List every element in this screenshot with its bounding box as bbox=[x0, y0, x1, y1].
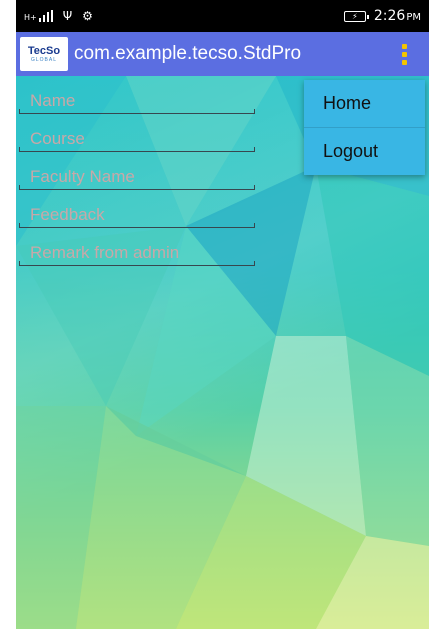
name-field-container bbox=[19, 78, 255, 114]
phone-screen: H+ Ψ ⚙ ⚡ 2:26PM TecSo GLOBAL com.example… bbox=[16, 0, 429, 629]
remark-from-admin-input[interactable] bbox=[30, 243, 250, 263]
feedback-field-container bbox=[19, 192, 255, 228]
clock: 2:26PM bbox=[374, 8, 421, 24]
usb-icon: Ψ bbox=[62, 9, 73, 23]
overflow-menu-icon[interactable] bbox=[402, 44, 407, 65]
course-input[interactable] bbox=[30, 129, 250, 149]
faculty-name-field-container bbox=[19, 154, 255, 190]
network-type-label: H+ bbox=[24, 13, 37, 22]
app-title: com.example.tecso.StdPro bbox=[74, 43, 302, 64]
clock-ampm: PM bbox=[406, 12, 421, 23]
feedback-input[interactable] bbox=[30, 205, 250, 225]
status-icons-right: ⚡ 2:26PM bbox=[343, 8, 421, 24]
battery-charging-icon: ⚡ bbox=[343, 10, 369, 22]
menu-item-home[interactable]: Home bbox=[304, 80, 425, 127]
course-field-container bbox=[19, 116, 255, 152]
menu-item-logout[interactable]: Logout bbox=[304, 128, 425, 175]
logo-text: TecSo bbox=[27, 45, 61, 57]
app-bar: TecSo GLOBAL com.example.tecso.StdPro bbox=[16, 32, 429, 76]
name-input[interactable] bbox=[30, 91, 250, 111]
logo-subtext: GLOBAL bbox=[30, 57, 57, 63]
remark-field-container bbox=[19, 230, 255, 266]
status-icons-left: H+ Ψ ⚙ bbox=[24, 9, 93, 23]
status-bar: H+ Ψ ⚙ ⚡ 2:26PM bbox=[16, 0, 429, 32]
android-debug-icon: ⚙ bbox=[82, 9, 93, 23]
clock-time: 2:26 bbox=[373, 8, 406, 24]
signal-icon: H+ bbox=[24, 10, 53, 22]
faculty-name-input[interactable] bbox=[30, 167, 250, 187]
overflow-dropdown-menu: Home Logout bbox=[304, 80, 425, 175]
app-logo: TecSo GLOBAL bbox=[20, 37, 68, 71]
